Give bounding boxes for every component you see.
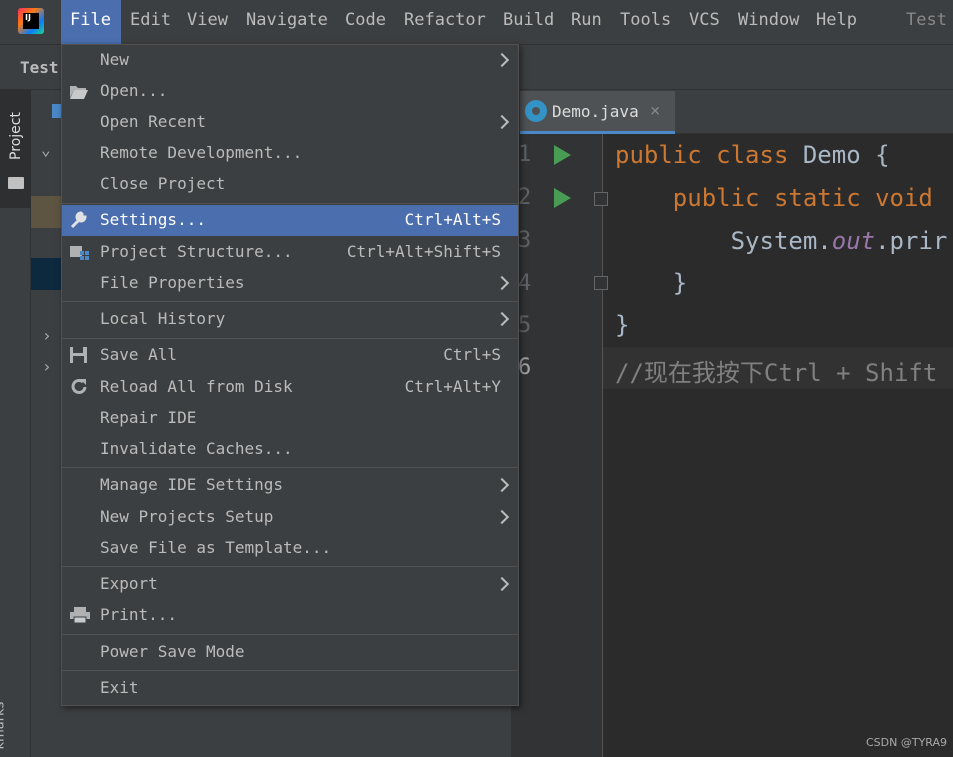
menu-item-manage-ide-settings[interactable]: Manage IDE Settings — [62, 470, 518, 501]
menu-item-invalidate-caches[interactable]: Invalidate Caches... — [62, 434, 518, 465]
menu-item-new-projects-setup[interactable]: New Projects Setup — [62, 502, 518, 533]
menu-item-export[interactable]: Export — [62, 569, 518, 600]
menu-view[interactable]: View — [178, 0, 237, 44]
menu-item-repair-ide[interactable]: Repair IDE — [62, 403, 518, 434]
chevron-right-icon — [494, 576, 510, 592]
line-number: 6 — [518, 355, 532, 380]
menu-item-exit[interactable]: Exit — [62, 673, 518, 704]
menu-item-open[interactable]: Open... — [62, 76, 518, 107]
code-line-2[interactable]: public static void — [615, 184, 933, 212]
menu-separator — [62, 203, 518, 204]
menu-item-local-history[interactable]: Local History — [62, 304, 518, 335]
line-number: 3 — [518, 228, 532, 253]
line-number: 2 — [518, 185, 532, 210]
menu-build[interactable]: Build — [494, 0, 563, 44]
menu-window[interactable]: Window — [729, 0, 808, 44]
run-class-icon[interactable] — [554, 145, 571, 165]
menu-item-settings[interactable]: Settings... Ctrl+Alt+S — [62, 205, 518, 236]
menu-help[interactable]: Help — [807, 0, 866, 44]
code-line-5[interactable]: } — [615, 311, 629, 339]
menu-edit[interactable]: Edit — [121, 0, 180, 44]
wrench-icon — [69, 211, 89, 229]
printer-icon — [69, 606, 90, 624]
line-number: 4 — [518, 271, 532, 296]
menu-tools[interactable]: Tools — [611, 0, 680, 44]
menu-item-new[interactable]: New — [62, 45, 518, 76]
code-static-field: out — [831, 227, 876, 255]
tree-row-selected[interactable] — [31, 258, 61, 290]
chevron-right-icon — [494, 477, 510, 493]
code-text: .prir — [875, 227, 948, 255]
chevron-right-icon — [494, 275, 510, 291]
intellij-logo-icon[interactable]: IJ — [18, 8, 44, 34]
chevron-right-icon — [494, 114, 510, 130]
tree-row-highlight — [31, 196, 61, 228]
fold-collapse-icon[interactable] — [594, 192, 608, 206]
code-line-1[interactable]: public class Demo { — [615, 141, 890, 169]
chevron-right-icon — [494, 52, 510, 68]
menu-code[interactable]: Code — [336, 0, 395, 44]
menu-separator — [62, 634, 518, 635]
refresh-icon — [69, 378, 89, 396]
menu-file[interactable]: File — [61, 0, 121, 44]
line-number: 5 — [518, 313, 532, 338]
code-text: System. — [615, 227, 832, 255]
menu-refactor[interactable]: Refactor — [395, 0, 495, 44]
menu-item-reload-all[interactable]: Reload All from Disk Ctrl+Alt+Y — [62, 372, 518, 403]
menu-item-print[interactable]: Print... — [62, 600, 518, 631]
menu-item-save-file-as-template[interactable]: Save File as Template... — [62, 533, 518, 564]
project-structure-icon — [69, 243, 89, 261]
shortcut-label: Ctrl+Alt+Shift+S — [346, 242, 501, 261]
chevron-right-icon[interactable]: › — [42, 357, 52, 376]
close-icon[interactable]: × — [650, 101, 660, 121]
menu-navigate[interactable]: Navigate — [237, 0, 337, 44]
chevron-down-icon[interactable]: ⌄ — [41, 140, 51, 159]
chevron-right-icon — [494, 509, 510, 525]
folder-icon — [8, 177, 24, 189]
menu-item-save-all[interactable]: Save All Ctrl+S — [62, 340, 518, 371]
open-folder-icon — [69, 82, 89, 100]
menu-separator — [62, 566, 518, 567]
menu-item-close-project[interactable]: Close Project — [62, 169, 518, 200]
code-line-4[interactable]: } — [615, 269, 687, 297]
menu-item-project-structure[interactable]: Project Structure... Ctrl+Alt+Shift+S — [62, 237, 518, 268]
menu-item-power-save-mode[interactable]: Power Save Mode — [62, 637, 518, 668]
shortcut-label: Ctrl+Alt+Y — [404, 377, 501, 396]
project-tab-label: Project — [7, 112, 24, 160]
menu-item-file-properties[interactable]: File Properties — [62, 268, 518, 299]
editor-tab-label: Demo.java — [552, 102, 639, 121]
menu-separator — [62, 338, 518, 339]
bookmarks-tab-label[interactable]: kmarks — [0, 702, 7, 750]
menu-separator — [62, 467, 518, 468]
code-keyword: public class — [615, 141, 803, 169]
breadcrumb-project[interactable]: Test — [20, 58, 59, 77]
shortcut-label: Ctrl+Alt+S — [404, 210, 501, 229]
code-class-name: Demo { — [802, 141, 890, 169]
chevron-right-icon[interactable]: › — [42, 326, 52, 345]
java-class-icon — [525, 100, 547, 122]
code-line-3[interactable]: System.out.prir — [615, 227, 948, 255]
line-number: 1 — [518, 142, 532, 167]
watermark: CSDN @TYRA9 — [866, 736, 948, 749]
menu-separator — [62, 301, 518, 302]
menu-item-open-recent[interactable]: Open Recent — [62, 107, 518, 138]
chevron-right-icon — [494, 311, 510, 327]
fold-end-icon[interactable] — [594, 276, 608, 290]
menu-separator — [62, 670, 518, 671]
run-method-icon[interactable] — [554, 188, 571, 208]
menu-run[interactable]: Run — [562, 0, 611, 44]
menu-item-remote-development[interactable]: Remote Development... — [62, 138, 518, 169]
window-project-name: Test — [906, 10, 947, 30]
shortcut-label: Ctrl+S — [443, 345, 501, 364]
menu-vcs[interactable]: VCS — [680, 0, 729, 44]
save-icon — [69, 346, 89, 364]
code-line-6-comment[interactable]: //现在我按下Ctrl + Shift — [615, 353, 937, 388]
